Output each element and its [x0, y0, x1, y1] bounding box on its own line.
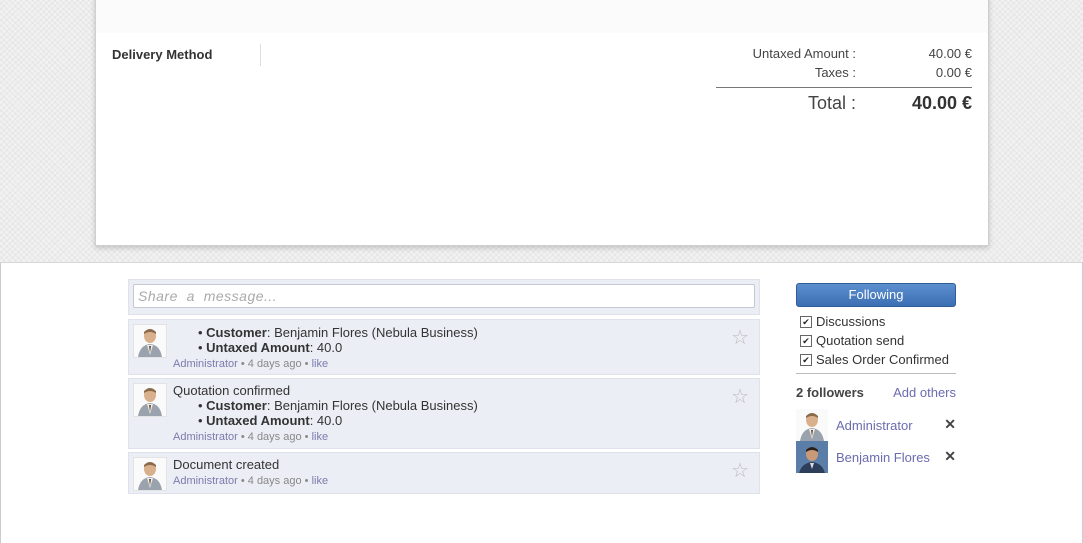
follower-name-link[interactable]: Administrator: [836, 418, 913, 433]
subtype-checkbox[interactable]: ✔: [800, 353, 812, 366]
subtype-label: Quotation send: [816, 333, 905, 348]
message-time: 4 days ago: [247, 431, 302, 443]
message-title: Quotation confirmed: [173, 383, 291, 398]
avatar: [133, 457, 167, 491]
avatar: [133, 324, 167, 358]
author-link[interactable]: Administrator: [173, 358, 238, 370]
star-icon[interactable]: ☆: [731, 328, 749, 348]
order-lines-footer: [96, 0, 988, 33]
untaxed-value: 40.00 €: [928, 46, 972, 61]
field-separator: [260, 44, 261, 66]
share-message-input[interactable]: [133, 284, 755, 308]
followers-count: 2 followers: [796, 385, 864, 400]
author-link[interactable]: Administrator: [173, 475, 238, 487]
delivery-method-label: Delivery Method: [112, 47, 213, 62]
like-link[interactable]: like: [312, 431, 329, 443]
follower-name-link[interactable]: Benjamin Flores: [836, 450, 930, 465]
subtype-list: ✔ Discussions ✔ Quotation send ✔ Sales O…: [796, 312, 956, 374]
compose-box: [128, 279, 760, 315]
like-link[interactable]: like: [312, 358, 329, 370]
star-icon[interactable]: ☆: [731, 387, 749, 407]
message-meta: Administrator • 4 days ago • like: [173, 475, 329, 487]
tracking-line: Customer: Benjamin Flores (Nebula Busine…: [198, 398, 755, 413]
star-icon[interactable]: ☆: [731, 461, 749, 481]
followers-header: 2 followers Add others: [796, 385, 956, 403]
message-item: Quotation confirmed Customer: Benjamin F…: [128, 378, 760, 449]
total-value: 40.00 €: [911, 92, 972, 113]
tracking-line: Customer: Benjamin Flores (Nebula Busine…: [198, 325, 755, 340]
total-label: Total :: [807, 92, 856, 113]
message-title: Document created: [173, 457, 280, 472]
follower-item: Benjamin Flores ✕: [796, 441, 956, 473]
order-totals: Untaxed Amount : 40.00 € Taxes : 0.00 € …: [716, 44, 972, 115]
message-body: Quotation confirmed Customer: Benjamin F…: [173, 383, 755, 428]
message-thread: Customer: Benjamin Flores (Nebula Busine…: [128, 279, 760, 497]
message-body: Document created: [173, 457, 755, 472]
subtype-item: ✔ Sales Order Confirmed: [796, 350, 956, 369]
sales-order-sheet: Delivery Method Untaxed Amount : 40.00 €…: [95, 0, 989, 246]
message-body: Customer: Benjamin Flores (Nebula Busine…: [173, 325, 755, 355]
avatar: [133, 383, 167, 417]
followers-panel: Following ✔ Discussions ✔ Quotation send…: [796, 283, 956, 473]
subtype-label: Sales Order Confirmed: [816, 352, 949, 367]
message-item: Customer: Benjamin Flores (Nebula Busine…: [128, 319, 760, 375]
message-time: 4 days ago: [247, 475, 302, 487]
untaxed-row: Untaxed Amount : 40.00 €: [716, 44, 972, 63]
author-link[interactable]: Administrator: [173, 431, 238, 443]
subtype-checkbox[interactable]: ✔: [800, 334, 812, 347]
follower-item: Administrator ✕: [796, 409, 956, 441]
add-others-link[interactable]: Add others: [893, 385, 956, 403]
message-meta: Administrator • 4 days ago • like: [173, 358, 329, 370]
subtype-item: ✔ Discussions: [796, 312, 956, 331]
remove-follower-icon[interactable]: ✕: [944, 448, 956, 465]
subtype-label: Discussions: [816, 314, 886, 329]
taxes-row: Taxes : 0.00 €: [716, 63, 972, 82]
total-row: Total : 40.00 €: [716, 87, 972, 115]
following-button[interactable]: Following: [796, 283, 956, 307]
message-time: 4 days ago: [247, 358, 302, 370]
taxes-label: Taxes :: [814, 65, 856, 80]
like-link[interactable]: like: [312, 475, 329, 487]
message-meta: Administrator • 4 days ago • like: [173, 431, 329, 443]
tracking-line: Untaxed Amount: 40.0: [198, 340, 755, 355]
untaxed-label: Untaxed Amount :: [752, 46, 856, 61]
taxes-value: 0.00 €: [935, 65, 972, 80]
subtype-checkbox[interactable]: ✔: [800, 315, 812, 328]
subtype-item: ✔ Quotation send: [796, 331, 956, 350]
tracking-line: Untaxed Amount: 40.0: [198, 413, 755, 428]
message-item: Document created Administrator • 4 days …: [128, 452, 760, 494]
avatar: [796, 441, 828, 473]
avatar: [796, 409, 828, 441]
remove-follower-icon[interactable]: ✕: [944, 416, 956, 433]
